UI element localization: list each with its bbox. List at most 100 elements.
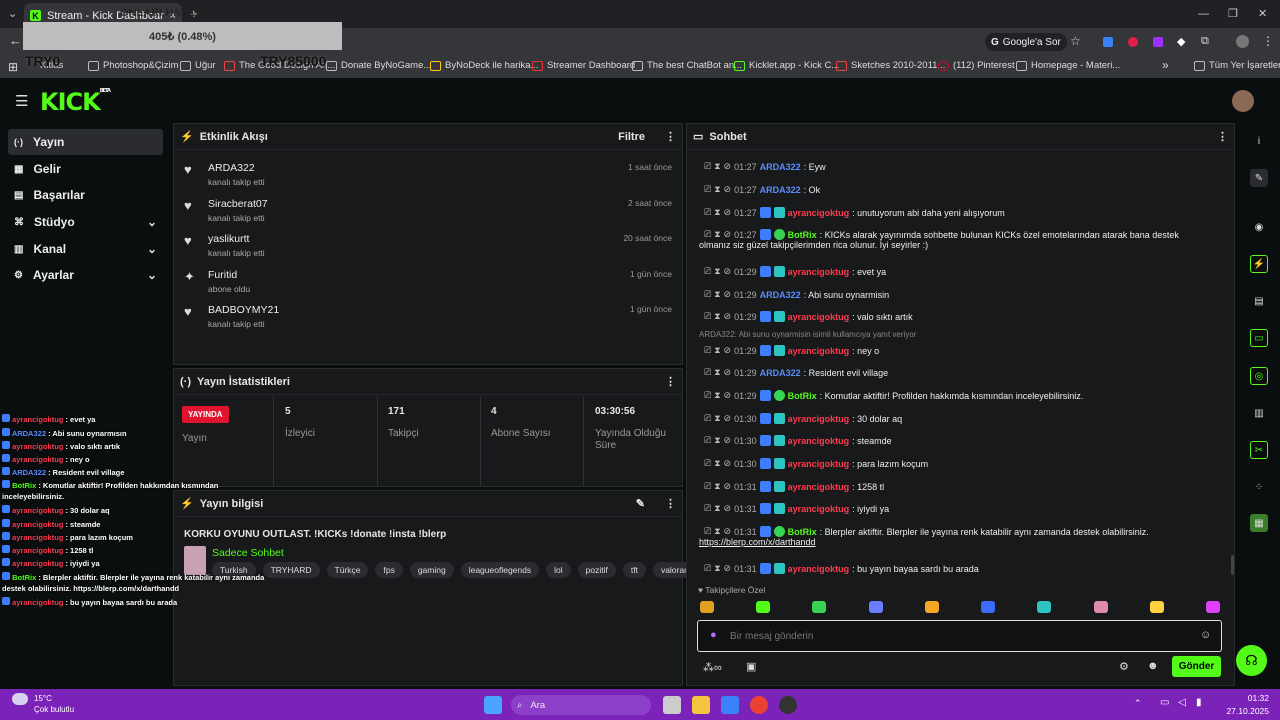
timeout-icon[interactable]: ⧗ [714,526,720,537]
timeout-icon[interactable]: ⧗ [714,563,720,574]
back-icon[interactable]: ← [9,33,22,48]
ban-icon[interactable]: ⊘ [724,481,732,492]
emoji-icon[interactable]: ☺ [1200,629,1211,641]
hamburger-menu-icon[interactable]: ☰ [15,92,28,110]
store-icon[interactable]: ▣ [746,660,756,673]
ban-icon[interactable]: ⊘ [724,207,732,218]
ban-icon[interactable]: ⊘ [724,458,732,469]
chrome-icon[interactable] [750,696,768,714]
info-icon[interactable]: i [1250,132,1268,150]
chat-message[interactable]: ⎚ ⧗ ⊘ 01:29 ayrancigoktug: evet ya [704,266,886,277]
chat-message[interactable]: ⎚ ⧗ ⊘ 01:27 BotRix: KICKs alarak yayınımda… [704,229,1179,240]
chat-message[interactable]: ⎚ ⧗ ⊘ 01:31 ayrancigoktug: 1258 tl [704,481,884,492]
chat-message-input[interactable] [730,627,1170,645]
more-options-icon[interactable]: ⋮ [665,375,676,388]
bookmark-1[interactable]: Photoshop&Çizim [88,60,179,71]
chat-message[interactable]: ⎚ ⧗ ⊘ 01:31 BotRix: Blerpler aktiftir. Ble… [704,526,1149,537]
timeout-icon[interactable]: ⧗ [714,266,720,277]
tab-search-icon[interactable]: ⌄ [8,7,17,20]
bookmark-10[interactable]: (112) Pinterest [938,60,1015,71]
filter-button[interactable]: Filtre [618,131,645,143]
timeout-icon[interactable]: ⧗ [714,207,720,218]
star-bookmark-icon[interactable]: ☆ [1070,34,1081,48]
chat-settings-icon[interactable]: ⚙ [1119,660,1129,673]
tag[interactable]: tft [622,562,646,578]
chat-message[interactable]: ⎚ ⧗ ⊘ 01:30 ayrancigoktug: para lazım koçu… [704,458,928,469]
delete-icon[interactable]: ⎚ [704,413,711,424]
edit-icon[interactable]: ✎ [1250,169,1268,187]
delete-icon[interactable]: ⎚ [704,390,711,401]
message-username[interactable]: BotRix [788,527,817,537]
send-button[interactable]: Gönder [1172,656,1221,677]
chat-message[interactable]: ⎚ ⧗ ⊘ 01:30 ayrancigoktug: 30 dolar aq [704,413,902,424]
timeout-icon[interactable]: ⧗ [714,311,720,322]
message-username[interactable]: ayrancigoktug [788,346,850,356]
obs-icon[interactable] [779,696,797,714]
wrench-icon[interactable]: ✂ [1250,441,1268,459]
ban-icon[interactable]: ⊘ [724,184,732,195]
bookmark-5[interactable]: ByNoDeck ile harika... [430,60,538,71]
battery-icon[interactable]: ▮ [1196,697,1202,708]
sidebar-item-basarilar[interactable]: ▤ Başarılar [8,182,163,208]
ban-icon[interactable]: ⊘ [724,345,732,356]
tag[interactable]: pozitif [577,562,616,578]
timeout-icon[interactable]: ⧗ [714,413,720,424]
store-app-icon[interactable] [721,696,739,714]
extensions-puzzle-icon[interactable]: ⧉ [1201,35,1209,48]
tray-chevron-icon[interactable]: ⌃ [1134,698,1142,709]
maximize-icon[interactable]: ❐ [1228,7,1238,20]
broadcast-rail-icon[interactable]: ◎ [1250,367,1268,385]
bookmark-4[interactable]: Donate ByNoGame... [326,60,431,71]
ban-icon[interactable]: ⊘ [724,367,732,378]
message-username[interactable]: ayrancigoktug [788,312,850,322]
notes-icon[interactable]: ▤ [1250,292,1268,310]
message-username[interactable]: BotRix [788,391,817,401]
emote-icon[interactable] [1149,601,1164,613]
emote-icon[interactable] [1093,601,1108,613]
delete-icon[interactable]: ⎚ [704,435,711,446]
chat-message[interactable]: ⎚ ⧗ ⊘ 01:27 ARDA322: Ok [704,184,820,195]
chat-message[interactable]: ⎚ ⧗ ⊘ 01:27 ARDA322: Eyw [704,161,826,172]
profile-avatar-icon[interactable] [1236,35,1249,48]
message-username[interactable]: ayrancigoktug [788,564,850,574]
weather-desc[interactable]: Çok bulutlu [34,705,74,714]
sidebar-item-yayin[interactable]: (·) Yayın [8,129,163,155]
chat-message[interactable]: ⎚ ⧗ ⊘ 01:27 ayrancigoktug: unutuyorum abi … [704,207,1005,218]
browser-menu-icon[interactable]: ⋮ [1262,34,1274,48]
extension-3-icon[interactable] [1153,37,1163,47]
timeout-icon[interactable]: ⧗ [714,345,720,356]
delete-icon[interactable]: ⎚ [704,458,711,469]
message-username[interactable]: BotRix [788,230,817,240]
ban-icon[interactable]: ⊘ [724,563,732,574]
ban-icon[interactable]: ⊘ [724,413,732,424]
ban-icon[interactable]: ⊘ [724,289,732,300]
delete-icon[interactable]: ⎚ [704,481,711,492]
ban-icon[interactable]: ⊘ [724,435,732,446]
delete-icon[interactable]: ⎚ [704,503,711,514]
quick-actions-icon[interactable]: ⚡ [1250,255,1268,273]
emote-icon[interactable] [1205,601,1220,613]
weather-temp[interactable]: 15°C [34,694,52,703]
microphone-icon[interactable]: ● [710,629,717,641]
delete-icon[interactable]: ⎚ [704,526,711,537]
chat-message[interactable]: ⎚ ⧗ ⊘ 01:30 ayrancigoktug: steamde [704,435,892,446]
chat-scrollbar[interactable] [1231,555,1234,575]
bookmark-6[interactable]: Streamer Dashboard [532,60,635,71]
delete-icon[interactable]: ⎚ [704,563,711,574]
emote-icon[interactable] [756,601,771,613]
edit-pencil-icon[interactable]: ✎ [636,497,645,510]
message-text-continued[interactable]: https://blerp.com/x/darthandd [699,537,816,547]
delete-icon[interactable]: ⎚ [704,266,711,277]
ban-icon[interactable]: ⊘ [724,311,732,322]
tag[interactable]: leagueoflegends [460,562,540,578]
sidebar-item-ayarlar[interactable]: ⚙ Ayarlar ⌄ [8,262,163,288]
message-username[interactable]: ayrancigoktug [788,267,850,277]
extension-1-icon[interactable] [1103,37,1113,47]
emote-icon[interactable] [1037,601,1052,613]
tag[interactable]: gaming [409,562,454,578]
user-avatar[interactable] [1232,90,1254,112]
message-username[interactable]: ayrancigoktug [788,414,850,424]
message-username[interactable]: ayrancigoktug [788,459,850,469]
chat-message[interactable]: ⎚ ⧗ ⊘ 01:29 ARDA322: Resident evil village [704,367,888,378]
timeout-icon[interactable]: ⧗ [714,390,720,401]
